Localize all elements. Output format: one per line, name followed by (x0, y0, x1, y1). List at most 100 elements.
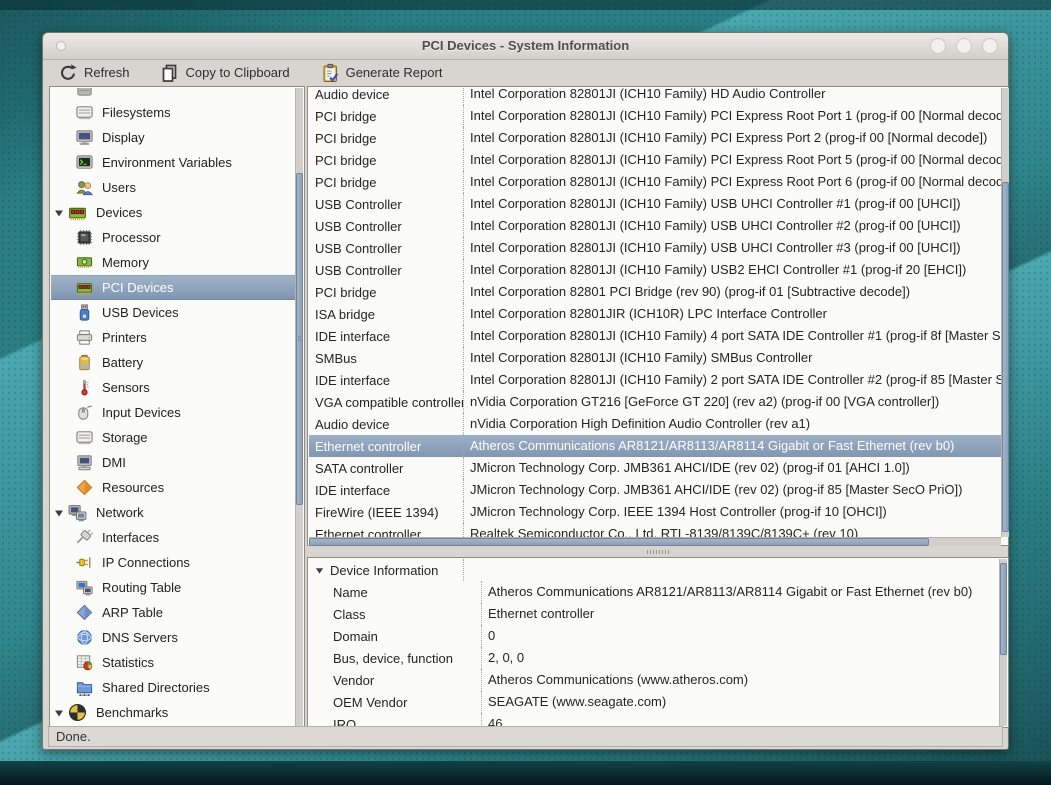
info-value: 2, 0, 0 (481, 647, 998, 669)
sidebar-item-environment-variables[interactable]: Environment Variables (51, 150, 296, 175)
sidebar-scrollbar[interactable] (295, 88, 303, 726)
sidebar-item-label: Filesystems (102, 105, 171, 120)
refresh-icon (58, 63, 78, 83)
sidebar-item-usb-devices[interactable]: USB Devices (51, 300, 296, 325)
info-label: Name (333, 584, 368, 600)
info-row[interactable]: IRQ 46 (309, 713, 998, 726)
sidebar-item-arp-table[interactable]: ARP Table (51, 600, 296, 625)
info-row[interactable]: Vendor Atheros Communications (www.athero… (309, 669, 998, 691)
copy-icon (160, 63, 180, 83)
sidebar-item-network[interactable]: Network (51, 500, 296, 525)
table-row[interactable]: PCI bridge Intel Corporation 82801JI (ICH… (309, 149, 1001, 171)
sidebar-item-ip-connections[interactable]: IP Connections (51, 550, 296, 575)
table-row[interactable]: Audio device Intel Corporation 82801JI (I… (309, 88, 1001, 105)
expander-icon[interactable] (54, 508, 65, 518)
table-row[interactable]: PCI bridge Intel Corporation 82801JI (ICH… (309, 171, 1001, 193)
table-row[interactable]: USB Controller Intel Corporation 82801JI … (309, 259, 1001, 281)
table-row[interactable]: ISA bridge Intel Corporation 82801JIR (IC… (309, 303, 1001, 325)
sidebar-item-storage[interactable]: Storage (51, 425, 296, 450)
filesystems-icon (75, 103, 94, 122)
device-description-cell: Intel Corporation 82801JI (ICH10 Family)… (463, 193, 1001, 215)
device-description-cell: Intel Corporation 82801JI (ICH10 Family)… (463, 127, 1001, 149)
sidebar-item-dmi[interactable]: DMI (51, 450, 296, 475)
sidebar-item-resources[interactable]: Resources (51, 475, 296, 500)
info-row[interactable]: Bus, device, function 2, 0, 0 (309, 647, 998, 669)
table-horizontal-scrollbar[interactable] (309, 537, 1001, 546)
desktop: PCI Devices - System Information Refresh… (0, 0, 1051, 785)
table-row[interactable]: PCI bridge Intel Corporation 82801JI (ICH… (309, 127, 1001, 149)
info-vertical-scrollbar-thumb[interactable] (1000, 563, 1007, 655)
status-text: Done. (56, 729, 91, 744)
sidebar-item-statistics[interactable]: Statistics (51, 650, 296, 675)
sidebar-item-printers[interactable]: Printers (51, 325, 296, 350)
info-row[interactable]: Class Ethernet controller (309, 603, 998, 625)
device-description-cell: Intel Corporation 82801JIR (ICH10R) LPC … (463, 303, 1001, 325)
table-row[interactable]: VGA compatible controller nVidia Corporat… (309, 391, 1001, 413)
expander-icon[interactable] (54, 208, 65, 218)
sidebar-item-pci-devices[interactable]: PCI Devices (51, 275, 296, 300)
table-vertical-scrollbar[interactable] (1001, 88, 1009, 537)
sidebar-item-label: Routing Table (102, 580, 182, 595)
table-row[interactable]: IDE interface JMicron Technology Corp. JM… (309, 479, 1001, 501)
table-row[interactable]: Audio device nVidia Corporation High Defi… (309, 413, 1001, 435)
info-label: Bus, device, function (333, 650, 453, 666)
sidebar-item-input-devices[interactable]: Input Devices (51, 400, 296, 425)
table-row[interactable]: Ethernet controller Atheros Communication… (309, 435, 1001, 457)
device-info-header-row[interactable]: Device Information (309, 559, 998, 581)
sidebar-item-dns-servers[interactable]: DNS Servers (51, 625, 296, 650)
table-row[interactable]: Ethernet controller Realtek Semiconductor… (309, 523, 1001, 537)
table-row[interactable]: PCI bridge Intel Corporation 82801JI (ICH… (309, 105, 1001, 127)
table-row[interactable]: PCI bridge Intel Corporation 82801 PCI Br… (309, 281, 1001, 303)
input-devices-icon (75, 403, 94, 422)
copy-to-clipboard-button[interactable]: Copy to Clipboard (157, 61, 293, 85)
sidebar-item-label: PCI Devices (102, 280, 174, 295)
splitter-handle[interactable] (307, 546, 1009, 557)
info-row[interactable]: Name Atheros Communications AR8121/AR8113… (309, 581, 998, 603)
table-row[interactable]: USB Controller Intel Corporation 82801JI … (309, 215, 1001, 237)
table-row[interactable]: SMBus Intel Corporation 82801JI (ICH10 Fa… (309, 347, 1001, 369)
info-value: SEAGATE (www.seagate.com) (481, 691, 998, 713)
table-row[interactable]: IDE interface Intel Corporation 82801JI (… (309, 369, 1001, 391)
info-row[interactable]: OEM Vendor SEAGATE (www.seagate.com) (309, 691, 998, 713)
sidebar-item-benchmarks[interactable]: Benchmarks (51, 700, 296, 725)
sidebar-item-users[interactable]: Users (51, 175, 296, 200)
minimize-button[interactable] (930, 38, 946, 54)
sidebar-item-partial[interactable] (51, 88, 296, 100)
maximize-button[interactable] (956, 38, 972, 54)
dns-servers-icon (75, 628, 94, 647)
sidebar-item-interfaces[interactable]: Interfaces (51, 525, 296, 550)
sidebar-item-devices[interactable]: Devices (51, 200, 296, 225)
refresh-button[interactable]: Refresh (55, 61, 133, 85)
partial-icon (75, 88, 94, 97)
info-row[interactable]: Domain 0 (309, 625, 998, 647)
sidebar-item-sensors[interactable]: Sensors (51, 375, 296, 400)
table-horizontal-scrollbar-thumb[interactable] (309, 538, 929, 546)
table-vertical-scrollbar-thumb[interactable] (1002, 182, 1009, 532)
sidebar-item-memory[interactable]: Memory (51, 250, 296, 275)
generate-report-button[interactable]: Generate Report (317, 61, 446, 85)
sidebar-item-label: Interfaces (102, 530, 160, 545)
titlebar[interactable]: PCI Devices - System Information (43, 33, 1008, 60)
sidebar-item-label: Storage (102, 430, 148, 445)
table-row[interactable]: FireWire (IEEE 1394) JMicron Technology C… (309, 501, 1001, 523)
sidebar-item-battery[interactable]: Battery (51, 350, 296, 375)
sidebar-item-routing-table[interactable]: Routing Table (51, 575, 296, 600)
close-button[interactable] (982, 38, 998, 54)
benchmarks-icon (67, 702, 88, 723)
storage-icon (75, 428, 94, 447)
table-row[interactable]: SATA controller JMicron Technology Corp. … (309, 457, 1001, 479)
table-row[interactable]: USB Controller Intel Corporation 82801JI … (309, 193, 1001, 215)
sidebar-scrollbar-thumb[interactable] (296, 173, 303, 505)
device-description-cell: Intel Corporation 82801 PCI Bridge (rev … (463, 281, 1001, 303)
collapse-expander-icon[interactable] (315, 566, 324, 575)
expander-icon[interactable] (54, 708, 65, 718)
device-description-cell: Intel Corporation 82801JI (ICH10 Family)… (463, 369, 1001, 391)
sidebar-item-shared-directories[interactable]: Shared Directories (51, 675, 296, 700)
table-row[interactable]: USB Controller Intel Corporation 82801JI … (309, 237, 1001, 259)
table-row[interactable]: IDE interface Intel Corporation 82801JI (… (309, 325, 1001, 347)
info-vertical-scrollbar[interactable] (999, 559, 1007, 726)
display-icon (75, 128, 94, 147)
sidebar-item-filesystems[interactable]: Filesystems (51, 100, 296, 125)
sidebar-item-display[interactable]: Display (51, 125, 296, 150)
sidebar-item-processor[interactable]: Processor (51, 225, 296, 250)
